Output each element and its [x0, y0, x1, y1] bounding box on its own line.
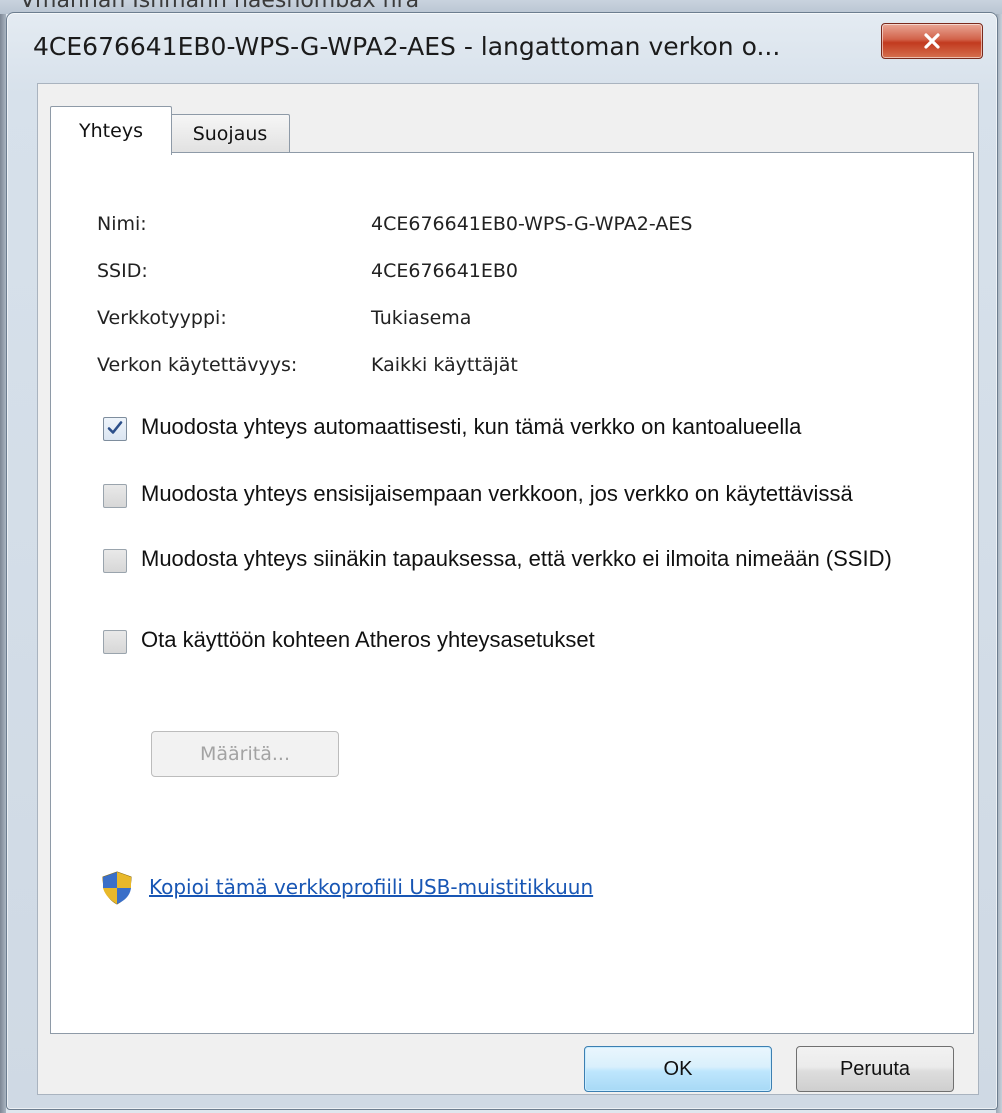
ssid-label: SSID:: [97, 260, 148, 282]
ssid-value: 4CE676641EB0: [371, 260, 519, 282]
auto-connect-checkbox[interactable]: [103, 417, 127, 441]
network-type-label: Verkkotyyppi:: [97, 307, 227, 329]
network-availability-value: Kaikki käyttäjät: [371, 354, 518, 376]
network-properties-dialog: 4CE676641EB0-WPS-G-WPA2-AES - langattoma…: [6, 12, 998, 1110]
window-title: 4CE676641EB0-WPS-G-WPA2-AES - langattoma…: [33, 32, 781, 61]
dialog-client-area: Yhteys Suojaus Nimi: 4CE676641EB0-WPS-G-…: [37, 83, 979, 1095]
name-value: 4CE676641EB0-WPS-G-WPA2-AES: [371, 213, 693, 235]
network-availability-label: Verkon käytettävyys:: [97, 354, 298, 376]
copy-profile-usb-link[interactable]: Kopioi tämä verkkoprofiili USB-muistitik…: [149, 875, 593, 899]
title-bar[interactable]: 4CE676641EB0-WPS-G-WPA2-AES - langattoma…: [7, 13, 997, 83]
network-type-value: Tukiasema: [371, 307, 472, 329]
checkbox-row-auto-connect: Muodosta yhteys automaattisesti, kun täm…: [103, 411, 923, 475]
tab-suojaus[interactable]: Suojaus: [170, 114, 290, 153]
checkbox-row-atheros: Ota käyttöön kohteen Atheros yhteysasetu…: [103, 624, 923, 660]
hidden-ssid-label: Muodosta yhteys siinäkin tapauksessa, et…: [141, 546, 892, 571]
ok-button[interactable]: OK: [584, 1046, 772, 1092]
checkbox-row-preferred-network: Muodosta yhteys ensisijaisempaan verkkoo…: [103, 478, 923, 542]
preferred-network-checkbox[interactable]: [103, 484, 127, 508]
hidden-ssid-checkbox[interactable]: [103, 549, 127, 573]
atheros-settings-label: Ota käyttöön kohteen Atheros yhteysasetu…: [141, 627, 595, 652]
auto-connect-label: Muodosta yhteys automaattisesti, kun täm…: [141, 414, 802, 439]
atheros-settings-checkbox[interactable]: [103, 630, 127, 654]
cancel-button[interactable]: Peruuta: [796, 1046, 954, 1092]
tab-panel-connection: Nimi: 4CE676641EB0-WPS-G-WPA2-AES SSID: …: [50, 152, 974, 1034]
close-icon: [924, 33, 940, 49]
name-label: Nimi:: [97, 213, 147, 235]
close-button[interactable]: [881, 23, 983, 59]
shield-icon: [102, 871, 132, 905]
tab-yhteys[interactable]: Yhteys: [50, 106, 172, 155]
preferred-network-label: Muodosta yhteys ensisijaisempaan verkkoo…: [141, 481, 853, 506]
configure-button[interactable]: Määritä...: [151, 731, 339, 777]
checkmark-icon: [107, 421, 123, 434]
checkbox-row-hidden-ssid: Muodosta yhteys siinäkin tapauksessa, et…: [103, 543, 923, 607]
